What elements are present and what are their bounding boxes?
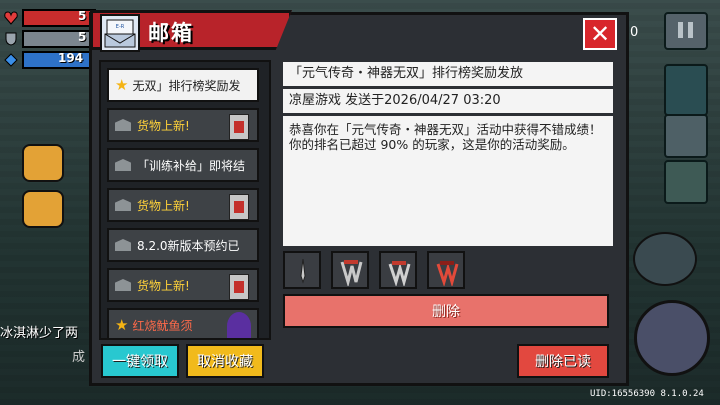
- claim-all-button[interactable]: 一键领取: [101, 344, 179, 378]
- svg-text:E-R: E-R: [116, 24, 125, 30]
- attachment-item-1[interactable]: [283, 251, 321, 289]
- envelope-icon: [115, 279, 131, 291]
- shop-cart-icon: [229, 114, 249, 140]
- right-number: 0: [630, 25, 639, 40]
- mailbox-title: 邮箱: [148, 21, 194, 45]
- mail-item-2[interactable]: 货物上新!: [107, 108, 259, 142]
- mail-body: 恭喜你在「元气传奇・神器无双」活动中获得不错成绩！你的排名已超过 90% 的玩家…: [283, 116, 613, 246]
- star-icon: ★: [115, 76, 129, 94]
- delete-read-button[interactable]: 删除已读: [517, 344, 609, 378]
- mail-item-7[interactable]: ★ 红烧鱿鱼须: [107, 308, 259, 338]
- attachment-item-4[interactable]: [427, 251, 465, 289]
- shop-cart-icon: [229, 194, 249, 220]
- mail-item-label: 货物上新!: [137, 198, 190, 213]
- star-icon: ★: [115, 316, 129, 334]
- pause-icon: [678, 22, 683, 38]
- mail-sender: 凉屋游戏 发送于2026/04/27 03:20: [283, 89, 613, 113]
- side-button-3[interactable]: [664, 160, 708, 204]
- profile-card-button[interactable]: [664, 114, 708, 158]
- chat-text-2: 成: [72, 350, 86, 365]
- mail-item-label: 无双」排行榜奖励发: [132, 78, 241, 93]
- mail-item-3[interactable]: 「训练补给」即将结: [107, 148, 259, 182]
- mail-subject: 「元气传奇・神器无双」排行榜奖励发放: [283, 62, 613, 86]
- heart-icon: [4, 10, 18, 25]
- energy-value: 194: [58, 51, 84, 65]
- mail-item-label: 8.2.0新版本预约已: [137, 238, 240, 253]
- envelope-icon: [115, 199, 131, 211]
- mail-icon: E-R: [100, 14, 140, 52]
- shield-icon: [4, 31, 18, 46]
- mail-item-6[interactable]: 货物上新!: [107, 268, 259, 302]
- envelope-icon: [115, 119, 131, 131]
- mail-item-1[interactable]: ★ 无双」排行榜奖励发: [107, 68, 259, 102]
- unfavorite-button[interactable]: 取消收藏: [186, 344, 264, 378]
- delete-button[interactable]: 删除: [283, 294, 609, 328]
- shop-cart-icon: [229, 274, 249, 300]
- close-icon: ✕: [589, 20, 611, 48]
- hp-value: 5: [78, 9, 87, 23]
- envelope-icon: [115, 159, 131, 171]
- chat-text: 冰淇淋少了两: [0, 326, 79, 341]
- mail-item-label: 货物上新!: [137, 118, 190, 133]
- attachment-item-3[interactable]: [379, 251, 417, 289]
- envelope-icon: [115, 239, 131, 251]
- dagger-icon: [300, 258, 306, 284]
- mail-item-5[interactable]: 8.2.0新版本预约已: [107, 228, 259, 262]
- weapon-icon[interactable]: [633, 232, 697, 286]
- mail-item-4[interactable]: 货物上新!: [107, 188, 259, 222]
- energy-icon: [4, 52, 18, 67]
- claw-weapon-icon: [436, 261, 459, 286]
- claw-weapon-icon: [340, 260, 363, 286]
- uid-label: UID:16556390 8.1.0.24: [590, 389, 704, 399]
- side-button-1[interactable]: [664, 64, 708, 116]
- refresh-button[interactable]: [22, 190, 64, 228]
- close-button[interactable]: ✕: [583, 18, 617, 50]
- attachment-item-2[interactable]: [331, 251, 369, 289]
- mail-item-label: 货物上新!: [137, 278, 190, 293]
- claw-weapon-icon: [388, 261, 411, 286]
- mail-item-label: 红烧鱿鱼须: [132, 318, 193, 333]
- character-skill-button[interactable]: [634, 300, 710, 376]
- witch-avatar-icon: [227, 312, 251, 338]
- pause-button[interactable]: [664, 12, 708, 50]
- mail-list[interactable]: ★ 无双」排行榜奖励发 货物上新! 「训练补给」即将结 货物上新! 8.2.0新…: [99, 60, 271, 340]
- map-pin-button[interactable]: [22, 144, 64, 182]
- mail-item-label: 「训练补给」即将结: [137, 158, 246, 173]
- armor-value: 5: [78, 30, 87, 44]
